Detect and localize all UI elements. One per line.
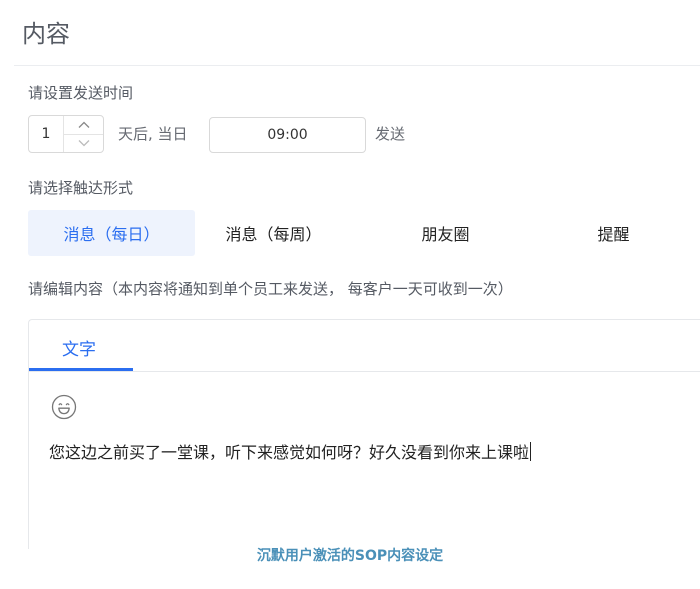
content-editor: [28, 319, 700, 549]
smiley-icon[interactable]: [51, 394, 77, 420]
tab-text[interactable]: 文字: [62, 335, 96, 360]
option-daily-message[interactable]: 消息（每日）: [28, 210, 195, 256]
page-title: 内容: [22, 20, 70, 48]
text-caret: [530, 442, 532, 461]
option-moments[interactable]: 朋友圈: [362, 210, 529, 256]
tab-divider: [29, 371, 700, 372]
option-weekly-message[interactable]: 消息（每周）: [190, 210, 357, 256]
time-input[interactable]: 09:00: [209, 117, 366, 153]
decrement-button[interactable]: [64, 133, 103, 153]
chevron-down-icon: [78, 140, 89, 147]
days-after-text: 天后, 当日: [118, 125, 188, 143]
days-stepper[interactable]: 1: [28, 115, 104, 153]
message-text: 您这边之前买了一堂课，听下来感觉如何呀？好久没看到你来上课啦: [49, 443, 530, 462]
option-reminder[interactable]: 提醒: [530, 210, 697, 256]
edit-content-label: 请编辑内容（本内容将通知到单个员工来发送， 每客户一天可收到一次）: [28, 280, 513, 298]
reach-form-label: 请选择触达形式: [28, 179, 134, 197]
increment-button[interactable]: [64, 116, 103, 134]
figure-caption: 沉默用户激活的SOP内容设定: [256, 548, 444, 564]
header-divider: [14, 65, 700, 66]
message-text-area[interactable]: 您这边之前买了一堂课，听下来感觉如何呀？好久没看到你来上课啦: [49, 439, 532, 463]
days-stepper-value[interactable]: 1: [29, 116, 63, 152]
send-time-label: 请设置发送时间: [28, 84, 134, 102]
chevron-up-icon: [78, 121, 89, 128]
send-text: 发送: [375, 125, 406, 143]
stepper-controls: [63, 116, 103, 152]
